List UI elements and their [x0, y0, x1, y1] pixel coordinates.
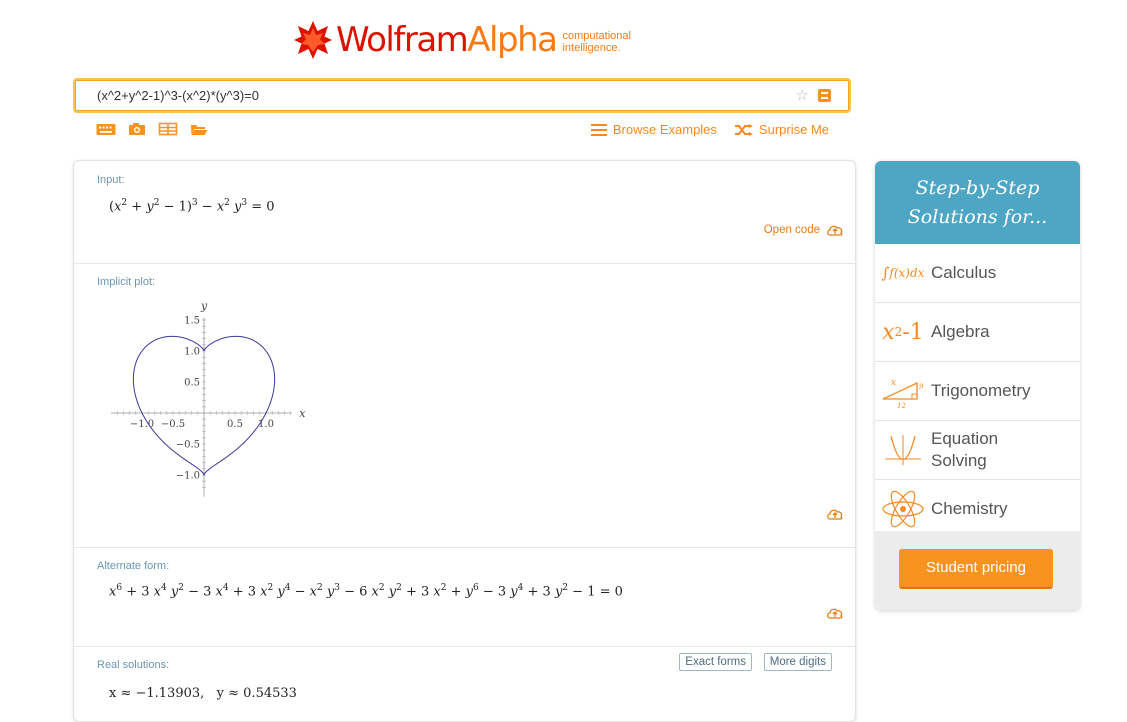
pod-title: Real solutions: — [97, 659, 170, 671]
folder-icon[interactable] — [189, 122, 209, 136]
pod-title: Alternate form: — [97, 560, 170, 572]
integral-icon: ∫ f(x)dx — [881, 264, 925, 282]
solution-line: x ≈ −1.13903, y ≈ 0.54533 — [109, 686, 297, 701]
sidebar-item-label: Algebra — [931, 322, 990, 341]
wolfram-star-icon — [294, 21, 332, 59]
sidebar-title: Step-by-Step Solutions for... — [875, 161, 1080, 244]
pod-title: Input: — [97, 174, 125, 186]
star-icon[interactable]: ☆ — [796, 86, 809, 104]
y-tick-label: −0.5 — [176, 440, 200, 451]
alternate-formula: x6 + 3 x4 y2 − 3 x4 + 3 x2 y4 − x2 y3 − … — [109, 583, 623, 600]
header-links: Browse Examples Surprise Me — [590, 122, 829, 137]
x-squared-icon: x 2 -1 — [882, 319, 924, 345]
real-solutions-pod: Real solutions: Exact forms More digits … — [74, 646, 855, 721]
sidebar-footer: Student pricing — [875, 531, 1080, 610]
solution-y: y ≈ 0.54533 — [216, 686, 297, 701]
input-pod: Input: (x2 + y2 − 1)3 − x2 y3 = 0 Open c… — [74, 161, 855, 264]
solution-x: x ≈ −1.13903 — [109, 686, 201, 701]
student-pricing-button[interactable]: Student pricing — [899, 549, 1053, 589]
y-axis-label: y — [200, 300, 208, 313]
equals-icon[interactable] — [818, 89, 831, 102]
x-tick-label: 0.5 — [227, 419, 243, 430]
search-input[interactable]: (x^2+y^2-1)^3-(x^2)*(y^3)=0 ☆ — [73, 78, 851, 113]
logo-wordmark-alpha: Alpha — [467, 20, 558, 60]
sidebar-item-label: Equation Solving — [931, 429, 999, 470]
shuffle-icon — [734, 123, 753, 136]
triangle-icon: x 9 12 — [875, 373, 931, 409]
y-tick-label: −1.0 — [176, 471, 200, 482]
surprise-me-link[interactable]: Surprise Me — [734, 122, 829, 137]
svg-text:9: 9 — [919, 383, 924, 391]
pod-title: Implicit plot: — [97, 276, 156, 288]
svg-text:12: 12 — [897, 402, 906, 409]
cloud-upload-icon[interactable] — [826, 607, 844, 619]
logo-wordmark-wolfram: Wolfram — [336, 20, 469, 60]
more-digits-button[interactable]: More digits — [763, 653, 832, 671]
x-tick-label: −0.5 — [161, 419, 185, 430]
sidebar-item-label: Trigonometry — [931, 381, 1031, 400]
x-axis-label: x — [299, 407, 306, 420]
keyboard-icon[interactable] — [96, 122, 116, 136]
y-tick-label: 1.0 — [184, 347, 200, 358]
sidebar-item-chemistry[interactable]: Chemistry — [875, 480, 1080, 538]
wolfram-logo[interactable]: WolframAlpha computational intelligence. — [293, 20, 631, 60]
x-tick-label: 1.0 — [258, 419, 274, 430]
open-code-label: Open code — [763, 224, 820, 236]
search-query-text[interactable]: (x^2+y^2-1)^3-(x^2)*(y^3)=0 — [97, 88, 259, 103]
results-panel: Input: (x2 + y2 − 1)3 − x2 y3 = 0 Open c… — [73, 160, 856, 722]
implicit-plot-pod: Implicit plot: −1.0 −0.5 0.5 1.0 1.5 1.0 0.5 −0… — [74, 263, 855, 548]
menu-icon — [590, 123, 607, 136]
cloud-upload-icon[interactable] — [826, 508, 844, 520]
sidebar-item-trigonometry[interactable]: x 9 12 Trigonometry — [875, 362, 1080, 421]
svg-text:x: x — [891, 378, 896, 388]
camera-icon[interactable] — [127, 122, 147, 136]
sidebar-item-label: Chemistry — [931, 499, 1008, 518]
atom-icon — [875, 490, 931, 528]
browse-examples-label: Browse Examples — [612, 122, 717, 137]
alternate-form-pod: Alternate form: x6 + 3 x4 y2 − 3 x4 + 3 … — [74, 547, 855, 647]
input-tools — [96, 122, 209, 136]
sidebar-item-calculus[interactable]: ∫ f(x)dx Calculus — [875, 244, 1080, 303]
sidebar-item-equation-solving[interactable]: Equation Solving — [875, 421, 1080, 480]
sidebar-item-algebra[interactable]: x 2 -1 Algebra — [875, 303, 1080, 362]
input-formula: (x2 + y2 − 1)3 − x2 y3 = 0 — [109, 198, 275, 215]
step-by-step-sidebar: Step-by-Step Solutions for... ∫ f(x)dx Ca… — [875, 161, 1080, 610]
cloud-upload-icon — [827, 225, 843, 236]
surprise-me-label: Surprise Me — [758, 122, 829, 137]
implicit-plot[interactable]: −1.0 −0.5 0.5 1.0 1.5 1.0 0.5 −0.5 −1.0 x y — [104, 298, 344, 508]
table-icon[interactable] — [158, 122, 178, 136]
parabola-icon — [875, 433, 931, 467]
y-tick-label: 0.5 — [184, 378, 200, 389]
sidebar-item-label: Calculus — [931, 263, 997, 282]
logo-tagline: computational intelligence. — [562, 30, 631, 54]
browse-examples-link[interactable]: Browse Examples — [590, 122, 717, 137]
open-code-button[interactable]: Open code — [764, 224, 844, 236]
y-tick-label: 1.5 — [184, 316, 200, 327]
exact-forms-button[interactable]: Exact forms — [679, 653, 752, 671]
x-tick-label: −1.0 — [130, 419, 154, 430]
